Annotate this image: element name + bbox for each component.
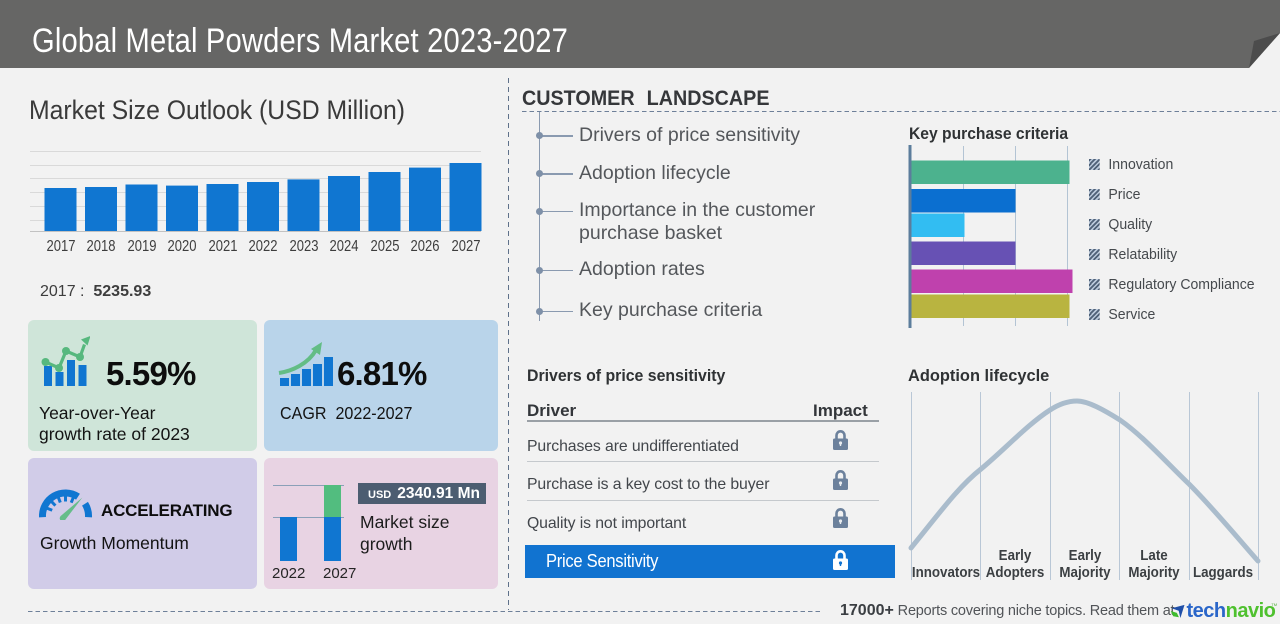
svg-text:technavio: technavio <box>1187 600 1276 622</box>
svg-text:™: ™ <box>1271 603 1278 610</box>
